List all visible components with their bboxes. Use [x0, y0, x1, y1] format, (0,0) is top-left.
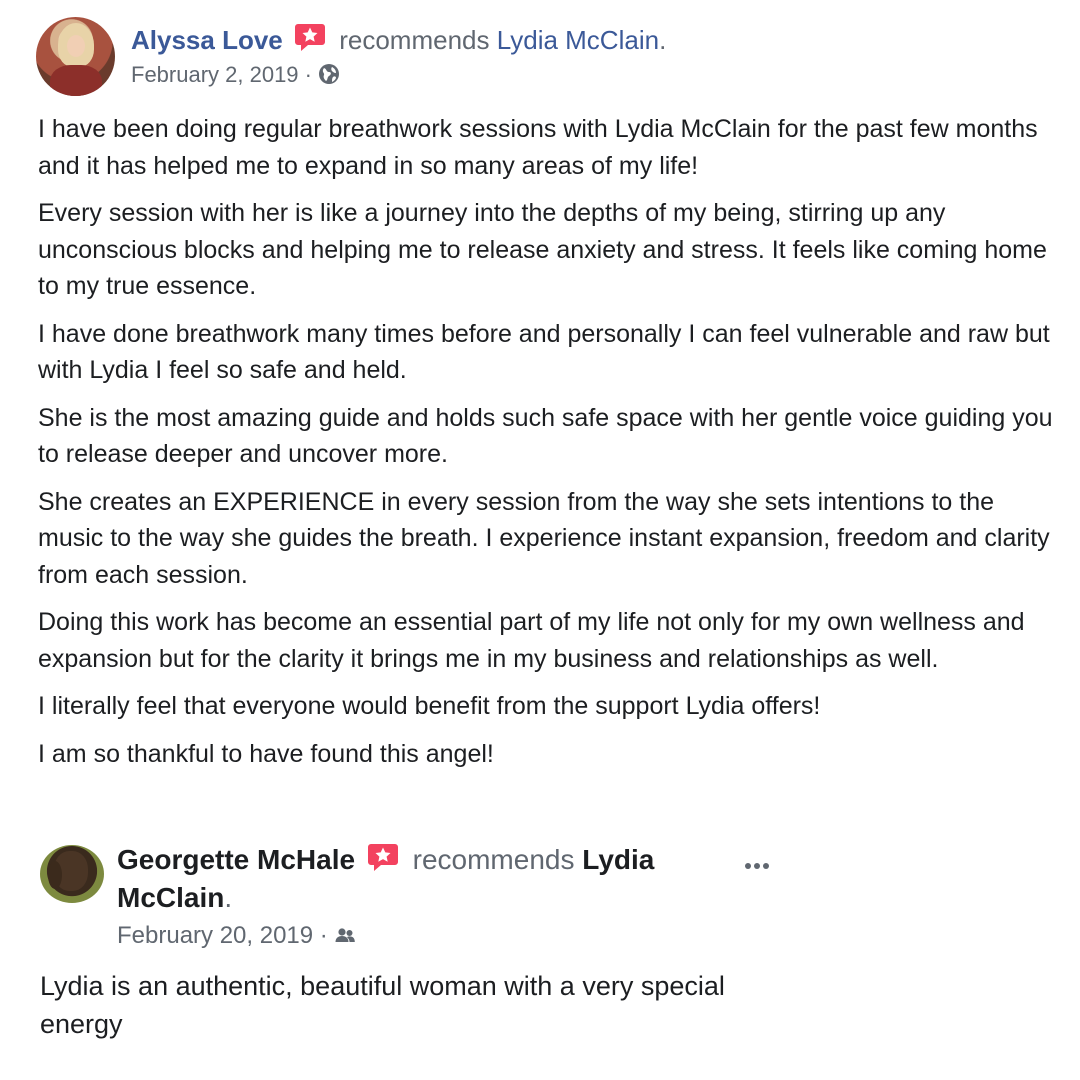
review-paragraph: I have done breathwork many times before…	[38, 319, 1050, 385]
recommended-page-link-line1[interactable]: Lydia	[582, 844, 654, 875]
recommend-badge-icon	[367, 844, 398, 871]
review-date-link[interactable]: February 20, 2019	[117, 922, 313, 949]
review-paragraph: Lydia is an authentic, beautiful woman w…	[40, 971, 725, 1039]
recommended-page-link[interactable]: Lydia McClain	[497, 25, 659, 55]
review-paragraph: Doing this work has become an essential …	[38, 608, 1025, 673]
recommended-page-link-line2[interactable]: McClain	[117, 882, 224, 913]
meta-separator: ·	[313, 922, 335, 949]
header-period: .	[224, 882, 233, 913]
review-paragraph: I have been doing regular breathwork ses…	[38, 115, 1038, 180]
avatar[interactable]	[40, 845, 104, 903]
review-body: I have been doing regular breathwork ses…	[38, 111, 1058, 783]
recommends-text: recommends	[339, 25, 490, 55]
author-name-link[interactable]: Georgette McHale	[117, 844, 355, 875]
review-meta: February 2, 2019 ·	[131, 60, 340, 90]
review-paragraph: She is the most amazing guide and holds …	[38, 403, 1053, 469]
review-body: Lydia is an authentic, beautiful woman w…	[40, 967, 740, 1043]
review-meta: February 20, 2019 ·	[117, 920, 356, 952]
header-period: .	[659, 25, 667, 55]
avatar[interactable]	[36, 17, 115, 96]
review-paragraph: Every session with her is like a journey…	[38, 199, 1047, 300]
recommend-badge-icon	[294, 24, 325, 51]
review-paragraph: She creates an EXPERIENCE in every sessi…	[38, 487, 1050, 589]
author-name-link[interactable]: Alyssa Love	[131, 25, 283, 55]
review-header: Georgette McHale recommends Lydia McClai…	[117, 841, 697, 917]
friends-icon[interactable]	[334, 924, 356, 946]
review-paragraph: I literally feel that everyone would ben…	[38, 692, 821, 720]
review-paragraph: I am so thankful to have found this ange…	[38, 739, 494, 768]
more-options-icon[interactable]	[740, 852, 774, 880]
recommends-text: recommends	[412, 844, 575, 875]
review-date-link[interactable]: February 2, 2019	[131, 62, 299, 87]
globe-icon[interactable]	[318, 63, 340, 85]
review-header: Alyssa Love recommends Lydia McClain.	[131, 22, 666, 57]
meta-separator: ·	[298, 62, 319, 87]
